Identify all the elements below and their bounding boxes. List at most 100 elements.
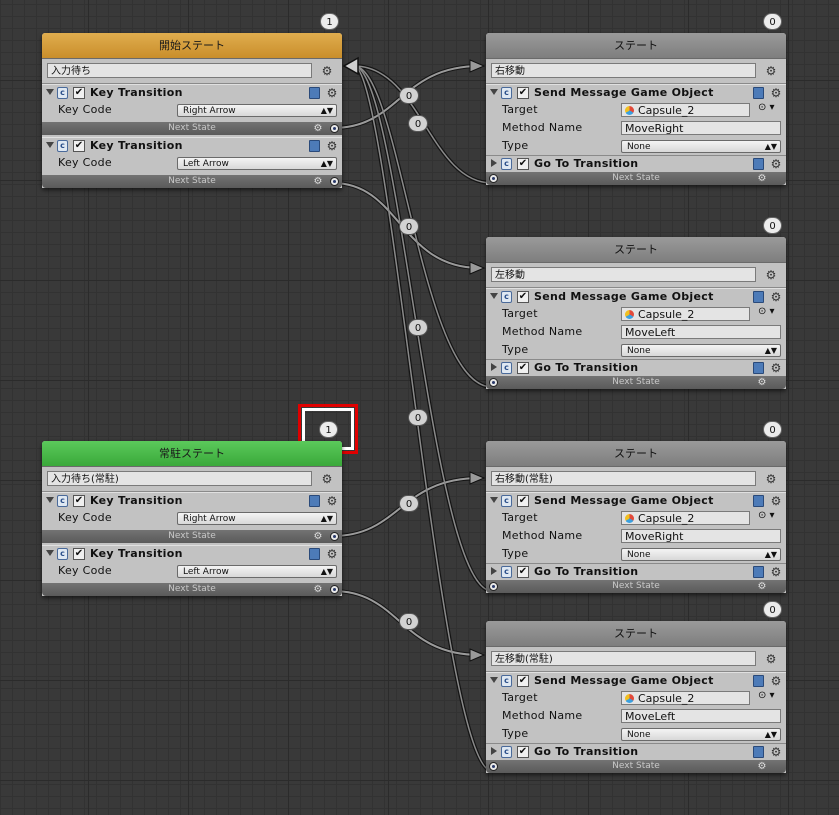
state-node[interactable]: ステート 右移動(常駐) ⚙ c ✔ Send Message Game Obj… xyxy=(486,441,786,593)
foldout-triangle-icon[interactable] xyxy=(490,497,498,503)
enabled-checkbox[interactable]: ✔ xyxy=(73,495,85,507)
help-book-icon[interactable] xyxy=(309,548,320,560)
resident-state-header[interactable]: 常駐ステート xyxy=(42,441,342,467)
state-name-field[interactable]: 右移動(常駐) xyxy=(491,471,756,486)
foldout-triangle-icon[interactable] xyxy=(46,550,54,556)
enabled-checkbox[interactable]: ✔ xyxy=(517,291,529,303)
help-book-icon[interactable] xyxy=(753,291,764,303)
gear-icon[interactable]: ⚙ xyxy=(764,64,778,78)
gear-icon[interactable]: ⚙ xyxy=(755,376,769,390)
help-book-icon[interactable] xyxy=(753,746,764,758)
resident-state-node[interactable]: 常駐ステート 入力待ち(常駐) ⚙ c ✔ Key Transition ⚙ K… xyxy=(42,441,342,596)
foldout-collapsed-icon[interactable] xyxy=(491,363,497,371)
gear-icon[interactable]: ⚙ xyxy=(311,122,325,136)
state-name-field[interactable]: 右移動 xyxy=(491,63,756,78)
key-code-dropdown[interactable]: Right Arrow ▲▼ xyxy=(177,512,337,525)
gear-icon[interactable]: ⚙ xyxy=(769,361,783,375)
gear-icon[interactable]: ⚙ xyxy=(311,583,325,597)
method-name-field[interactable]: MoveRight xyxy=(621,529,781,543)
type-dropdown[interactable]: None ▲▼ xyxy=(621,548,781,561)
gear-icon[interactable]: ⚙ xyxy=(311,175,325,189)
help-book-icon[interactable] xyxy=(753,675,764,687)
object-picker-icon[interactable]: ⊙ ▾ xyxy=(758,690,775,701)
gear-icon[interactable]: ⚙ xyxy=(325,86,339,100)
help-book-icon[interactable] xyxy=(309,87,320,99)
gear-icon[interactable]: ⚙ xyxy=(769,565,783,579)
foldout-triangle-icon[interactable] xyxy=(490,677,498,683)
key-code-dropdown[interactable]: Right Arrow ▲▼ xyxy=(177,104,337,117)
state-node[interactable]: ステート 左移動 ⚙ c ✔ Send Message Game Object … xyxy=(486,237,786,389)
gear-icon[interactable]: ⚙ xyxy=(755,172,769,186)
next-state-port[interactable] xyxy=(489,762,498,771)
enabled-checkbox[interactable]: ✔ xyxy=(517,495,529,507)
state-name-field[interactable]: 入力待ち(常駐) xyxy=(47,471,312,486)
enabled-checkbox[interactable]: ✔ xyxy=(517,158,529,170)
type-dropdown[interactable]: None ▲▼ xyxy=(621,140,781,153)
state-name-field[interactable]: 入力待ち xyxy=(47,63,312,78)
enabled-checkbox[interactable]: ✔ xyxy=(517,746,529,758)
enabled-checkbox[interactable]: ✔ xyxy=(73,87,85,99)
object-picker-icon[interactable]: ⊙ ▾ xyxy=(758,510,775,521)
next-state-port[interactable] xyxy=(489,582,498,591)
state-header[interactable]: ステート xyxy=(486,237,786,263)
gear-icon[interactable]: ⚙ xyxy=(769,674,783,688)
foldout-triangle-icon[interactable] xyxy=(490,293,498,299)
enabled-checkbox[interactable]: ✔ xyxy=(517,362,529,374)
foldout-triangle-icon[interactable] xyxy=(46,497,54,503)
gear-icon[interactable]: ⚙ xyxy=(325,494,339,508)
state-header[interactable]: ステート xyxy=(486,621,786,647)
object-picker-icon[interactable]: ⊙ ▾ xyxy=(758,102,775,113)
gear-icon[interactable]: ⚙ xyxy=(311,530,325,544)
next-state-port[interactable] xyxy=(330,124,339,133)
gear-icon[interactable]: ⚙ xyxy=(755,760,769,774)
enabled-checkbox[interactable]: ✔ xyxy=(73,548,85,560)
start-state-header[interactable]: 開始ステート xyxy=(42,33,342,59)
gear-icon[interactable]: ⚙ xyxy=(769,494,783,508)
gear-icon[interactable]: ⚙ xyxy=(769,86,783,100)
type-dropdown[interactable]: None ▲▼ xyxy=(621,344,781,357)
enabled-checkbox[interactable]: ✔ xyxy=(517,566,529,578)
gear-icon[interactable]: ⚙ xyxy=(769,157,783,171)
target-object-field[interactable]: Capsule_2 xyxy=(621,511,750,525)
next-state-port[interactable] xyxy=(330,177,339,186)
help-book-icon[interactable] xyxy=(753,495,764,507)
help-book-icon[interactable] xyxy=(753,566,764,578)
gear-icon[interactable]: ⚙ xyxy=(769,290,783,304)
gear-icon[interactable]: ⚙ xyxy=(764,472,778,486)
enabled-checkbox[interactable]: ✔ xyxy=(517,675,529,687)
gear-icon[interactable]: ⚙ xyxy=(764,652,778,666)
gear-icon[interactable]: ⚙ xyxy=(325,139,339,153)
key-code-dropdown[interactable]: Left Arrow ▲▼ xyxy=(177,565,337,578)
foldout-triangle-icon[interactable] xyxy=(46,142,54,148)
gear-icon[interactable]: ⚙ xyxy=(320,64,334,78)
gear-icon[interactable]: ⚙ xyxy=(755,580,769,594)
type-dropdown[interactable]: None ▲▼ xyxy=(621,728,781,741)
state-name-field[interactable]: 左移動 xyxy=(491,267,756,282)
method-name-field[interactable]: MoveRight xyxy=(621,121,781,135)
state-name-field[interactable]: 左移動(常駐) xyxy=(491,651,756,666)
target-object-field[interactable]: Capsule_2 xyxy=(621,307,750,321)
method-name-field[interactable]: MoveLeft xyxy=(621,325,781,339)
start-state-node[interactable]: 開始ステート 入力待ち ⚙ c ✔ Key Transition ⚙ Key C… xyxy=(42,33,342,188)
target-object-field[interactable]: Capsule_2 xyxy=(621,691,750,705)
gear-icon[interactable]: ⚙ xyxy=(769,745,783,759)
foldout-triangle-icon[interactable] xyxy=(46,89,54,95)
next-state-port[interactable] xyxy=(489,378,498,387)
key-code-dropdown[interactable]: Left Arrow ▲▼ xyxy=(177,157,337,170)
help-book-icon[interactable] xyxy=(753,362,764,374)
help-book-icon[interactable] xyxy=(753,158,764,170)
state-node[interactable]: ステート 右移動 ⚙ c ✔ Send Message Game Object … xyxy=(486,33,786,185)
enabled-checkbox[interactable]: ✔ xyxy=(517,87,529,99)
foldout-collapsed-icon[interactable] xyxy=(491,747,497,755)
state-node[interactable]: ステート 左移動(常駐) ⚙ c ✔ Send Message Game Obj… xyxy=(486,621,786,773)
gear-icon[interactable]: ⚙ xyxy=(325,547,339,561)
foldout-collapsed-icon[interactable] xyxy=(491,567,497,575)
enabled-checkbox[interactable]: ✔ xyxy=(73,140,85,152)
foldout-triangle-icon[interactable] xyxy=(490,89,498,95)
foldout-collapsed-icon[interactable] xyxy=(491,159,497,167)
gear-icon[interactable]: ⚙ xyxy=(764,268,778,282)
next-state-port[interactable] xyxy=(489,174,498,183)
state-header[interactable]: ステート xyxy=(486,441,786,467)
object-picker-icon[interactable]: ⊙ ▾ xyxy=(758,306,775,317)
next-state-port[interactable] xyxy=(330,585,339,594)
